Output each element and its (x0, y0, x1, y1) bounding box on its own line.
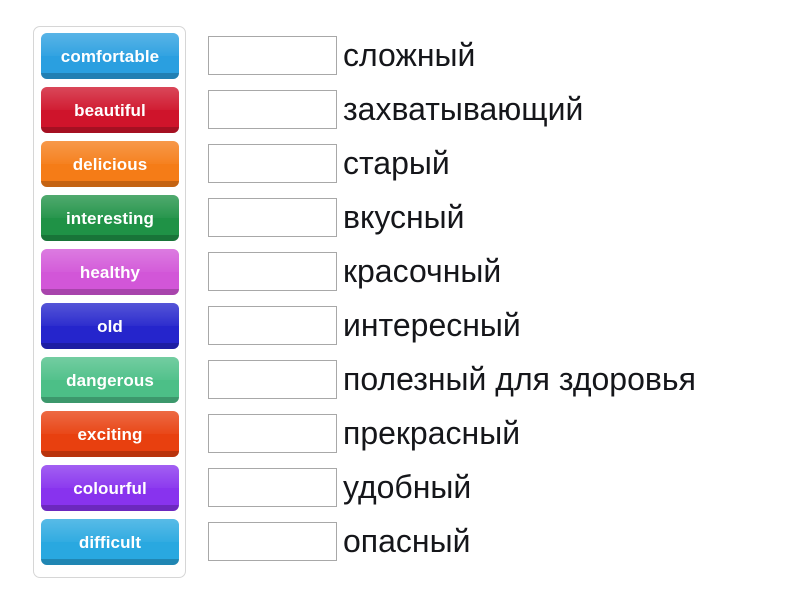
translation-term: полезный для здоровья (343, 361, 696, 397)
word-tile-label: dangerous (66, 370, 154, 390)
answer-dropbox[interactable] (208, 359, 337, 399)
translation-term: старый (343, 145, 450, 181)
translation-term: сложный (343, 37, 476, 73)
word-tile[interactable]: old (41, 303, 179, 349)
answer-dropbox[interactable] (208, 521, 337, 561)
translation-term: прекрасный (343, 415, 521, 451)
match-row: интересный (208, 302, 696, 348)
answer-dropbox[interactable] (208, 251, 337, 291)
word-tile-label: old (97, 316, 123, 336)
word-tile[interactable]: beautiful (41, 87, 179, 133)
word-tile[interactable]: interesting (41, 195, 179, 241)
word-bank-list: comfortable beautiful delicious interesting… (41, 33, 179, 573)
answer-dropbox[interactable] (208, 143, 337, 183)
translation-term: удобный (343, 469, 472, 505)
word-tile-label: healthy (79, 262, 141, 282)
word-tile[interactable]: colourful (41, 465, 179, 511)
word-tile-label: interesting (65, 208, 154, 228)
answer-dropbox[interactable] (208, 89, 337, 129)
match-row: захватывающий (208, 86, 696, 132)
translation-term: опасный (343, 523, 471, 559)
answer-dropbox[interactable] (208, 197, 337, 237)
answer-dropbox[interactable] (208, 467, 337, 507)
word-tile[interactable]: healthy (41, 249, 179, 295)
word-tile-label: difficult (78, 532, 142, 552)
word-tile-label: colourful (73, 478, 147, 498)
word-tile[interactable]: delicious (41, 141, 179, 187)
translation-term: красочный (343, 253, 502, 289)
translation-term: интересный (343, 307, 521, 343)
translation-term: вкусный (343, 199, 465, 235)
word-tile[interactable]: difficult (41, 519, 179, 565)
word-tile-label: exciting (77, 424, 143, 444)
word-tile[interactable]: dangerous (41, 357, 179, 403)
answer-dropbox[interactable] (208, 35, 337, 75)
match-row: сложный (208, 32, 696, 78)
word-tile-label: beautiful (74, 100, 146, 120)
word-tile[interactable]: comfortable (41, 33, 179, 79)
match-row: удобный (208, 464, 696, 510)
word-bank-panel: comfortable beautiful delicious interesting… (33, 26, 186, 578)
match-row: опасный (208, 518, 696, 564)
match-row: прекрасный (208, 410, 696, 456)
match-row: старый (208, 140, 696, 186)
match-rows: сложный захватывающий старый вкусный красочн… (208, 32, 696, 572)
answer-dropbox[interactable] (208, 305, 337, 345)
match-row: красочный (208, 248, 696, 294)
word-tile-label: delicious (72, 154, 148, 174)
answer-dropbox[interactable] (208, 413, 337, 453)
match-row: вкусный (208, 194, 696, 240)
word-tile-label: comfortable (60, 46, 160, 66)
match-row: полезный для здоровья (208, 356, 696, 402)
translation-term: захватывающий (343, 91, 584, 127)
word-tile[interactable]: exciting (41, 411, 179, 457)
